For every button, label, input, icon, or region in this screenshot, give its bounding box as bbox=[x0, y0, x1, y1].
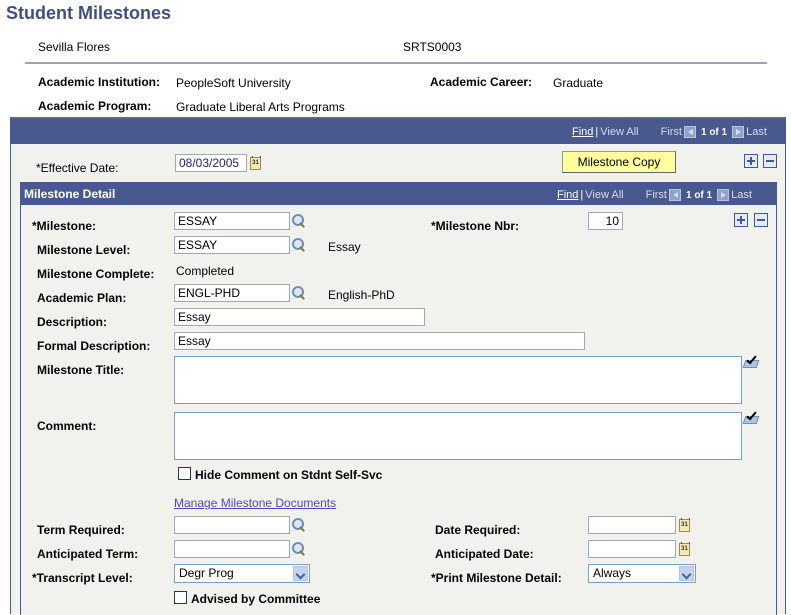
last-link[interactable]: Last bbox=[746, 126, 767, 138]
academic-program-label: Academic Program: bbox=[38, 99, 152, 113]
minus-icon[interactable] bbox=[763, 154, 777, 168]
milestone-nbr-input[interactable]: 10 bbox=[588, 212, 623, 230]
outer-navigation: Find | View All First 1 of 1 Last bbox=[572, 126, 767, 138]
last-link[interactable]: Last bbox=[731, 189, 752, 201]
minus-icon[interactable] bbox=[754, 213, 768, 227]
detail-navigation: Find | View All First 1 of 1 Last bbox=[557, 189, 752, 201]
previous-icon[interactable] bbox=[668, 189, 681, 201]
calendar-icon[interactable]: 31 bbox=[679, 518, 690, 532]
student-id: SRTS0003 bbox=[403, 40, 462, 54]
description-label: Description: bbox=[37, 315, 108, 329]
print-milestone-detail-label: *Print Milestone Detail: bbox=[431, 571, 562, 585]
magnifier-icon[interactable] bbox=[292, 542, 306, 556]
magnifier-icon[interactable] bbox=[292, 238, 306, 252]
row-count: 1 of 1 bbox=[685, 189, 713, 201]
milestone-level-description: Essay bbox=[328, 240, 361, 254]
academic-career-label: Academic Career: bbox=[430, 75, 533, 89]
term-required-input[interactable] bbox=[174, 516, 290, 534]
hide-comment-checkbox[interactable] bbox=[178, 467, 191, 480]
previous-icon[interactable] bbox=[683, 126, 696, 138]
comment-textarea[interactable] bbox=[174, 412, 742, 460]
advised-by-committee-label: Advised by Committee bbox=[191, 592, 321, 606]
milestone-title-label: Milestone Title: bbox=[37, 363, 125, 377]
description-input[interactable]: Essay bbox=[174, 308, 425, 326]
date-required-input[interactable] bbox=[588, 516, 676, 534]
chevron-down-icon[interactable] bbox=[679, 566, 694, 581]
academic-plan-input[interactable]: ENGL-PHD bbox=[174, 284, 290, 302]
student-name: Sevilla Flores bbox=[38, 40, 111, 54]
transcript-level-select[interactable]: Degr Prog bbox=[174, 564, 310, 583]
anticipated-date-label: Anticipated Date: bbox=[435, 547, 534, 561]
separator: | bbox=[580, 189, 584, 201]
date-required-label: Date Required: bbox=[435, 523, 521, 537]
milestone-level-label: Milestone Level: bbox=[37, 243, 131, 257]
plus-icon[interactable] bbox=[744, 154, 758, 168]
milestone-level-input[interactable]: ESSAY bbox=[174, 236, 290, 254]
term-required-label: Term Required: bbox=[37, 523, 125, 537]
milestone-complete-label: Milestone Complete: bbox=[37, 267, 155, 281]
milestone-title-textarea[interactable] bbox=[174, 356, 742, 404]
calendar-icon[interactable]: 31 bbox=[250, 156, 261, 170]
magnifier-icon[interactable] bbox=[292, 518, 306, 532]
milestone-input[interactable]: ESSAY bbox=[174, 212, 290, 230]
view-all-link[interactable]: View All bbox=[600, 126, 638, 138]
academic-plan-description: English-PhD bbox=[328, 288, 395, 302]
academic-institution-value: PeopleSoft University bbox=[176, 76, 291, 90]
next-icon[interactable] bbox=[732, 126, 745, 138]
print-milestone-detail-select[interactable]: Always bbox=[588, 564, 696, 583]
effective-date-input[interactable]: 08/03/2005 bbox=[175, 154, 247, 172]
comment-label: Comment: bbox=[37, 419, 97, 433]
academic-program-value: Graduate Liberal Arts Programs bbox=[176, 100, 345, 114]
magnifier-icon[interactable] bbox=[292, 214, 306, 228]
page-title: Student Milestones bbox=[6, 3, 172, 23]
anticipated-date-input[interactable] bbox=[588, 540, 676, 558]
formal-description-input[interactable]: Essay bbox=[174, 332, 585, 350]
calendar-icon[interactable]: 31 bbox=[679, 542, 690, 556]
magnifier-icon[interactable] bbox=[292, 286, 306, 300]
academic-institution-label: Academic Institution: bbox=[38, 75, 161, 89]
spellcheck-icon[interactable] bbox=[742, 409, 761, 426]
advised-by-committee-checkbox[interactable] bbox=[174, 591, 187, 604]
hide-comment-label: Hide Comment on Stdnt Self-Svc bbox=[195, 468, 383, 482]
find-link[interactable]: Find bbox=[572, 126, 593, 138]
transcript-level-value: Degr Prog bbox=[179, 566, 234, 580]
first-link[interactable]: First bbox=[646, 189, 667, 201]
view-all-link[interactable]: View All bbox=[585, 189, 623, 201]
spellcheck-icon[interactable] bbox=[742, 353, 761, 370]
divider bbox=[25, 62, 767, 64]
academic-career-value: Graduate bbox=[553, 76, 604, 90]
milestone-nbr-label: *Milestone Nbr: bbox=[431, 219, 520, 233]
milestone-complete-value: Completed bbox=[176, 264, 235, 278]
separator: | bbox=[595, 126, 599, 138]
effective-date-label: *Effective Date: bbox=[36, 161, 119, 175]
plus-icon[interactable] bbox=[734, 213, 748, 227]
find-link[interactable]: Find bbox=[557, 189, 578, 201]
row-count: 1 of 1 bbox=[700, 126, 728, 138]
milestone-detail-title: Milestone Detail bbox=[24, 187, 116, 201]
manage-milestone-documents-link[interactable]: Manage Milestone Documents bbox=[174, 496, 336, 510]
milestone-copy-button[interactable]: Milestone Copy bbox=[562, 151, 676, 173]
milestone-label: *Milestone: bbox=[32, 219, 97, 233]
anticipated-term-label: Anticipated Term: bbox=[37, 547, 139, 561]
formal-description-label: Formal Description: bbox=[37, 339, 151, 353]
first-link[interactable]: First bbox=[661, 126, 682, 138]
chevron-down-icon[interactable] bbox=[293, 566, 308, 581]
transcript-level-label: *Transcript Level: bbox=[32, 571, 133, 585]
academic-plan-label: Academic Plan: bbox=[37, 291, 127, 305]
next-icon[interactable] bbox=[717, 189, 730, 201]
print-milestone-detail-value: Always bbox=[593, 566, 632, 580]
anticipated-term-input[interactable] bbox=[174, 540, 290, 558]
